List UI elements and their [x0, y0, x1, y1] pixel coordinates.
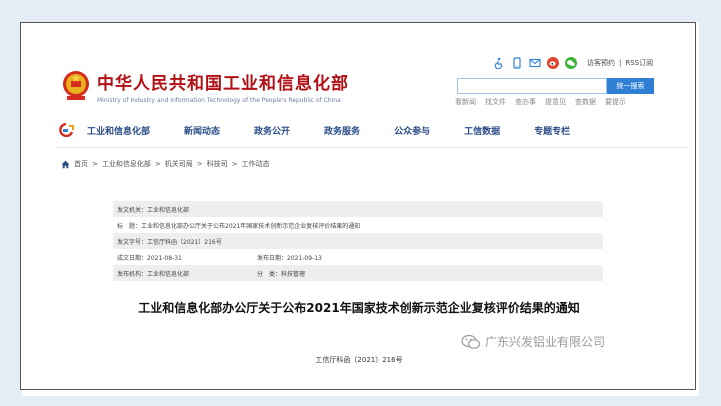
watermark: 广东兴发铝业有限公司	[461, 333, 605, 350]
breadcrumb: 首页 > 工业和信息化部 > 机关司局 > 科技司 > 工作动态	[61, 159, 270, 169]
weibo-icon[interactable]	[547, 57, 559, 69]
breadcrumb-separator: >	[196, 160, 203, 168]
meta-issuer: 发文机关：工业和信息化部	[117, 206, 190, 214]
meta-published-date: 发布日期：2021-09-13	[257, 254, 322, 262]
site-brand[interactable]: 中华人民共和国工业和信息化部 Ministry of Industry and …	[97, 69, 349, 104]
watermark-text: 广东兴发铝业有限公司	[485, 335, 606, 349]
top-utility-bar: 访客预约 | RSS订阅	[493, 55, 653, 71]
meta-row-issuer: 发文机关：工业和信息化部	[113, 201, 603, 217]
meta-created-date: 成文日期：2021-08-31	[117, 254, 182, 262]
outer-frame-left	[0, 22, 22, 406]
accessibility-icon[interactable]	[493, 57, 505, 69]
nav-gov-affairs[interactable]: 政务公开	[254, 124, 290, 137]
document-number: 工信厅科函〔2021〕216号	[315, 356, 403, 364]
nav-special-topics[interactable]: 专题专栏	[534, 124, 570, 137]
search-button[interactable]: 统一搜索	[607, 78, 654, 94]
main-nav: 工业和信息化部 新闻动态 政务公开 政务服务 公众参与 工信数据 专题专栏	[57, 121, 687, 139]
quick-link-feedback[interactable]: 提意见	[545, 97, 566, 107]
top-links: 访客预约 | RSS订阅	[587, 58, 653, 68]
quick-link-services[interactable]: 查办事	[515, 97, 536, 107]
mobile-icon[interactable]	[511, 57, 523, 69]
wechat-icon[interactable]	[565, 57, 577, 69]
rss-link[interactable]: RSS订阅	[625, 58, 653, 68]
outer-frame-right	[699, 22, 721, 406]
meta-row-dates: 成文日期：2021-08-31 发布日期：2021-09-13	[113, 249, 603, 265]
outer-frame-bottom	[0, 396, 721, 406]
meta-subject: 标 题：工业和信息化部办公厅关于公布2021年国家技术创新示范企业复核评价结果的…	[117, 222, 361, 230]
breadcrumb-departments[interactable]: 机关司局	[165, 159, 193, 169]
meta-row-subject: 标 题：工业和信息化部办公厅关于公布2021年国家技术创新示范企业复核评价结果的…	[113, 217, 603, 233]
webpage: 中华人民共和国工业和信息化部 Ministry of Industry and …	[20, 22, 696, 390]
meta-doc-no: 发文字号：工信厅科函〔2021〕216号	[117, 238, 222, 246]
breadcrumb-separator: >	[231, 160, 238, 168]
meta-row-agency: 发布机构：工业和信息化部 分 类：科技管理	[113, 265, 603, 281]
nav-news[interactable]: 新闻动态	[184, 124, 220, 137]
nav-home[interactable]: 工业和信息化部	[87, 124, 150, 137]
outer-frame-top	[0, 0, 721, 22]
breadcrumb-ministry[interactable]: 工业和信息化部	[102, 159, 151, 169]
document-title: 工业和信息化部办公厅关于公布2021年国家技术创新示范企业复核评价结果的通知	[138, 301, 580, 315]
site-title: 中华人民共和国工业和信息化部	[97, 74, 349, 94]
document-metadata: 发文机关：工业和信息化部 标 题：工业和信息化部办公厅关于公布2021年国家技术…	[113, 201, 603, 281]
breadcrumb-separator: >	[92, 160, 98, 168]
top-links-separator: |	[619, 59, 622, 67]
meta-category: 分 类：科技管理	[257, 270, 306, 278]
nav-public-participation[interactable]: 公众参与	[394, 124, 430, 137]
nav-gov-services[interactable]: 政务服务	[324, 124, 360, 137]
quick-link-files[interactable]: 找文件	[485, 97, 506, 107]
nav-data[interactable]: 工信数据	[464, 124, 500, 137]
search-input[interactable]	[457, 78, 607, 94]
breadcrumb-separator: >	[154, 160, 161, 168]
breadcrumb-work-news[interactable]: 工作动态	[242, 159, 270, 169]
breadcrumb-home[interactable]: 首页	[74, 159, 88, 169]
meta-row-doc-no: 发文字号：工信厅科函〔2021〕216号	[113, 233, 603, 249]
site-subtitle: Ministry of Industry and Information Tec…	[97, 97, 341, 104]
nav-divider	[57, 147, 687, 148]
quick-links: 看新闻 找文件 查办事 提意见 查数据 要提示	[455, 97, 626, 107]
home-icon[interactable]	[61, 160, 70, 169]
mail-icon[interactable]	[529, 57, 541, 69]
search-bar: 统一搜索	[457, 78, 654, 94]
quick-link-news[interactable]: 看新闻	[455, 97, 476, 107]
wechat-watermark-icon	[461, 334, 481, 349]
visit-appointment-link[interactable]: 访客预约	[587, 58, 615, 68]
breadcrumb-sci-tech-dept[interactable]: 科技司	[207, 159, 228, 169]
quick-link-tips[interactable]: 要提示	[605, 97, 626, 107]
meta-agency: 发布机构：工业和信息化部	[117, 270, 190, 278]
ministry-logo-icon[interactable]	[57, 123, 75, 137]
national-emblem-icon	[63, 71, 89, 100]
quick-link-data[interactable]: 查数据	[575, 97, 596, 107]
